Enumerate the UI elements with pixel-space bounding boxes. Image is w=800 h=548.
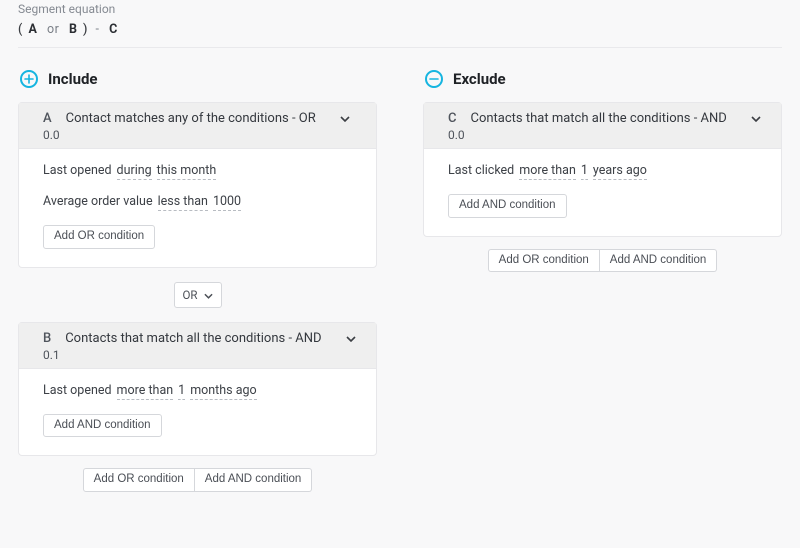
include-title: Include bbox=[48, 70, 98, 88]
chevron-down-icon[interactable] bbox=[346, 331, 356, 346]
exclude-group-c: C Contacts that match all the conditions… bbox=[423, 102, 782, 237]
group-letter: B bbox=[43, 331, 51, 346]
add-and-group-button[interactable]: Add AND condition bbox=[600, 249, 718, 273]
include-group-a: A Contact matches any of the conditions … bbox=[18, 102, 377, 268]
include-group-b: B Contacts that match all the conditions… bbox=[18, 322, 377, 457]
exclude-footer-buttons: Add OR condition Add AND condition bbox=[423, 249, 782, 273]
group-title: Contact matches any of the conditions - … bbox=[66, 111, 316, 126]
group-subtitle: 0.1 bbox=[43, 348, 362, 362]
minus-circle-icon bbox=[425, 70, 443, 88]
add-and-group-button[interactable]: Add AND condition bbox=[195, 468, 313, 492]
chevron-down-icon[interactable] bbox=[340, 111, 350, 126]
group-header[interactable]: B Contacts that match all the conditions… bbox=[19, 323, 376, 369]
add-and-condition-button[interactable]: Add AND condition bbox=[43, 414, 162, 438]
segment-equation-label: Segment equation bbox=[18, 2, 782, 22]
segment-builder: Segment equation ( A or B ) - C Include … bbox=[0, 0, 800, 492]
condition-row[interactable]: Last opened more than 1 months ago bbox=[43, 383, 352, 400]
group-subtitle: 0.0 bbox=[448, 128, 767, 142]
include-footer-buttons: Add OR condition Add AND condition bbox=[18, 468, 377, 492]
chevron-down-icon bbox=[204, 288, 213, 302]
group-header[interactable]: C Contacts that match all the conditions… bbox=[424, 103, 781, 149]
group-letter: C bbox=[448, 111, 457, 126]
condition-row[interactable]: Last clicked more than 1 years ago bbox=[448, 163, 757, 180]
segment-equation: ( A or B ) - C bbox=[18, 22, 782, 48]
group-header[interactable]: A Contact matches any of the conditions … bbox=[19, 103, 376, 149]
include-column: Include A Contact matches any of the con… bbox=[18, 70, 377, 492]
condition-row[interactable]: Last opened during this month bbox=[43, 163, 352, 180]
add-and-condition-button[interactable]: Add AND condition bbox=[448, 194, 567, 218]
chevron-down-icon[interactable] bbox=[751, 111, 761, 126]
group-title: Contacts that match all the conditions -… bbox=[65, 331, 321, 346]
group-connector-select[interactable]: OR bbox=[174, 282, 222, 308]
plus-circle-icon bbox=[20, 70, 38, 88]
group-title: Contacts that match all the conditions -… bbox=[471, 111, 727, 126]
exclude-title: Exclude bbox=[453, 70, 506, 88]
add-or-group-button[interactable]: Add OR condition bbox=[488, 249, 600, 273]
add-or-condition-button[interactable]: Add OR condition bbox=[43, 225, 155, 249]
add-or-group-button[interactable]: Add OR condition bbox=[83, 468, 195, 492]
group-subtitle: 0.0 bbox=[43, 128, 362, 142]
condition-row[interactable]: Average order value less than 1000 bbox=[43, 194, 352, 211]
group-letter: A bbox=[43, 111, 52, 126]
exclude-column: Exclude C Contacts that match all the co… bbox=[423, 70, 782, 492]
